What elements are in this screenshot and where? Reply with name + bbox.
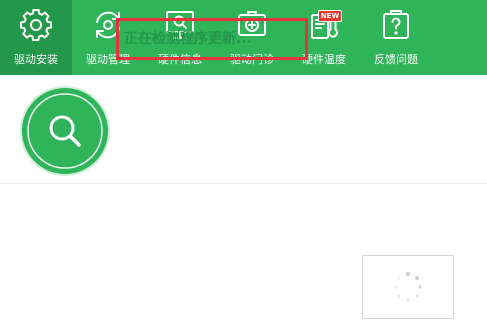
loading-panel [362, 255, 454, 319]
feedback-question-icon [380, 9, 412, 41]
new-badge: NEW [318, 10, 342, 22]
status-text: 正在检测程序更新... [124, 31, 252, 47]
tab-feedback[interactable]: 反馈问题 [360, 0, 432, 75]
tab-label: 反馈问题 [374, 53, 418, 66]
tab-label: 驱动安装 [14, 53, 58, 66]
magnifier-icon [22, 88, 108, 174]
loading-spinner-icon [394, 271, 422, 302]
tab-driver-install[interactable]: 驱动安装 [0, 0, 72, 75]
status-panel [0, 75, 487, 184]
gear-icon [20, 9, 52, 41]
